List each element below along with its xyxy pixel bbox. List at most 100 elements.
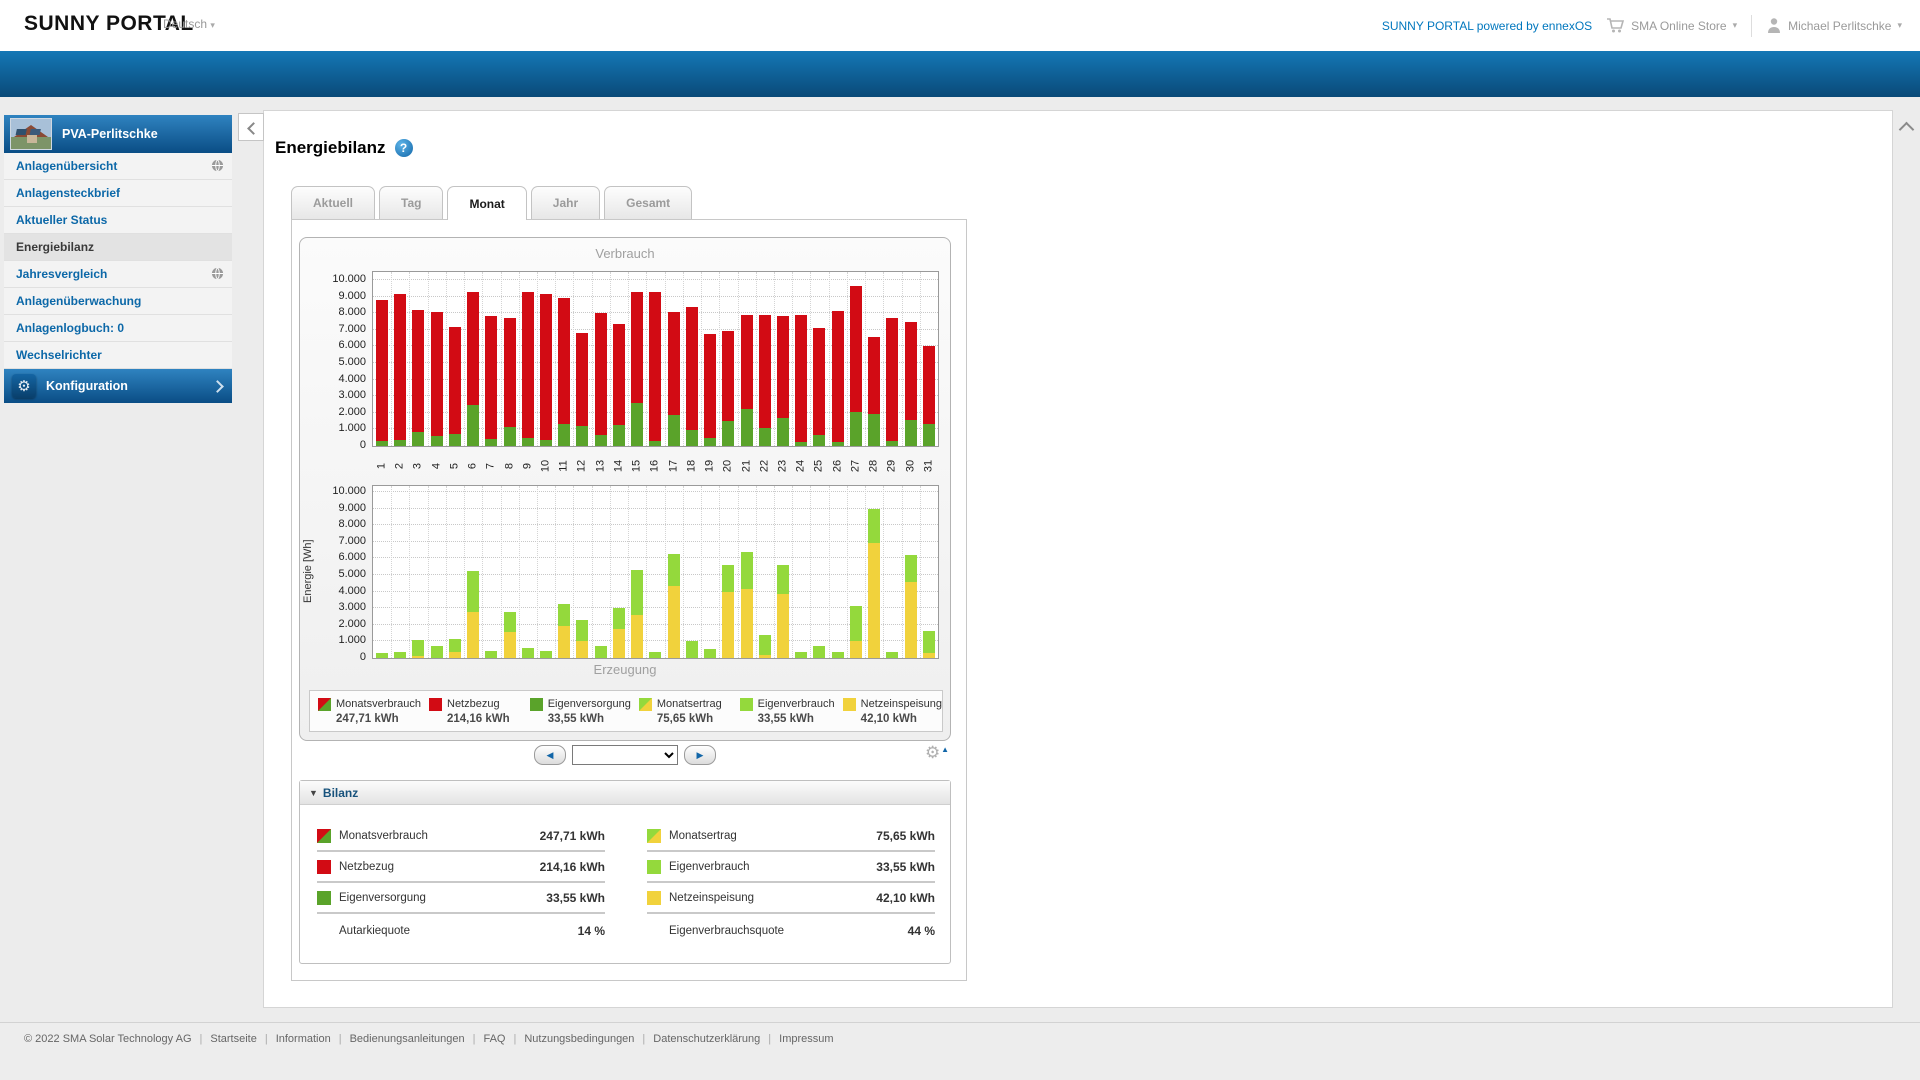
next-period-button[interactable]: ▶: [684, 745, 716, 765]
bar-segment-eigenverbrauch: [540, 651, 552, 658]
bar-segment-eigenverbrauch: [832, 652, 844, 658]
chart-title-erzeugung: Erzeugung: [300, 662, 950, 677]
plant-header[interactable]: PVA-Perlitschke: [4, 115, 232, 153]
legend-swatch-icon: [530, 698, 543, 711]
tab-tag[interactable]: Tag: [379, 186, 443, 219]
arrow-up-icon: ▲: [941, 740, 949, 760]
gridline: [847, 272, 848, 446]
bar-segment-netzbezug: [449, 327, 461, 433]
sidebar-item-aktueller-status[interactable]: Aktueller Status: [4, 207, 232, 234]
bar-segment-eigenversorgung: [795, 442, 807, 446]
bar-segment-netzbezug: [722, 331, 734, 421]
bar-segment-netzbezug: [504, 318, 516, 427]
sidebar-collapse-button[interactable]: [238, 113, 264, 141]
powered-by-link[interactable]: SUNNY PORTAL powered by ennexOS: [1382, 19, 1592, 33]
sidebar-item-konfiguration[interactable]: ⚙ Konfiguration: [4, 369, 232, 403]
bar-segment-eigenversorgung: [741, 409, 753, 446]
sidebar-item-energiebilanz[interactable]: Energiebilanz: [4, 234, 232, 261]
bilanz-row-label: Eigenversorgung: [339, 892, 426, 904]
bar-segment-eigenversorgung: [923, 424, 935, 446]
bar-segment-netzbezug: [412, 310, 424, 432]
footer-link-nutzungsbedingungen[interactable]: Nutzungsbedingungen: [524, 1033, 634, 1045]
gridline: [756, 486, 757, 658]
tab-aktuell[interactable]: Aktuell: [291, 186, 375, 219]
language-selector[interactable]: Deutsch ▾: [163, 17, 215, 31]
plant-name: PVA-Perlitschke: [62, 127, 158, 141]
chart-title-verbrauch: Verbrauch: [300, 246, 950, 261]
bar-segment-netzbezug: [777, 316, 789, 418]
footer-link-datenschutzerklaerung[interactable]: Datenschutzerklärung: [653, 1033, 760, 1045]
legend-item-netzbezug: Netzbezug214,16 kWh: [421, 698, 522, 725]
sidebar-item-label: Anlagenüberwachung: [16, 294, 141, 308]
footer-separator: |: [513, 1033, 516, 1045]
bilanz-header[interactable]: ▼ Bilanz: [300, 781, 950, 805]
gridline: [373, 491, 938, 492]
tab-gesamt[interactable]: Gesamt: [604, 186, 692, 219]
sma-online-store-link[interactable]: SMA Online Store ▾: [1606, 17, 1737, 34]
gridline: [920, 272, 921, 446]
y-tick-label: 5.000: [314, 568, 366, 580]
footer-link-impressum[interactable]: Impressum: [779, 1033, 833, 1045]
gridline: [573, 272, 574, 446]
footer-link-faq[interactable]: FAQ: [483, 1033, 505, 1045]
nav-band: [0, 51, 1920, 97]
y-axis-title: Energie [Wh]: [302, 343, 314, 603]
gridline: [683, 486, 684, 658]
tab-monat[interactable]: Monat: [447, 186, 526, 220]
bar-segment-eigenverbrauch: [631, 570, 643, 615]
footer-copyright: © 2022 SMA Solar Technology AG: [24, 1033, 192, 1045]
gridline: [446, 486, 447, 658]
chart-settings-button[interactable]: ⚙▲: [925, 743, 947, 763]
verbrauch-plot: [372, 271, 939, 447]
bilanz-row-monatsertrag: Monatsertrag75,65 kWh: [647, 821, 935, 852]
bilanz-row-value: 33,55 kWh: [546, 891, 605, 905]
bar-segment-eigenverbrauch: [449, 639, 461, 652]
sidebar-item-jahresvergleich[interactable]: Jahresvergleich: [4, 261, 232, 288]
gridline: [628, 486, 629, 658]
gridline: [756, 272, 757, 446]
sidebar-item-anlagenlogbuch-0[interactable]: Anlagenlogbuch: 0: [4, 315, 232, 342]
user-menu[interactable]: Michael Perlitschke ▾: [1766, 17, 1902, 34]
sidebar-item-wechselrichter[interactable]: Wechselrichter: [4, 342, 232, 369]
help-icon[interactable]: ?: [395, 139, 413, 157]
gridline: [792, 272, 793, 446]
bilanz-row-netzbezug: Netzbezug214,16 kWh: [317, 852, 605, 883]
bar-segment-netzbezug: [394, 294, 406, 440]
legend-swatch-icon: [639, 698, 652, 711]
bilanz-swatch-icon: [647, 860, 661, 874]
tab-jahr[interactable]: Jahr: [531, 186, 600, 219]
bar-segment-eigenverbrauch: [850, 606, 862, 642]
bar-segment-netzeinspeisung: [668, 586, 680, 658]
sidebar-item-anlagenuebersicht[interactable]: Anlagenübersicht: [4, 153, 232, 180]
bar-segment-eigenverbrauch: [467, 571, 479, 612]
bar-segment-eigenversorgung: [704, 438, 716, 446]
footer-link-information[interactable]: Information: [276, 1033, 331, 1045]
bar-segment-netzbezug: [850, 286, 862, 412]
period-select[interactable]: [572, 745, 678, 765]
bar-segment-eigenverbrauch: [576, 620, 588, 641]
footer-link-startseite[interactable]: Startseite: [210, 1033, 256, 1045]
gridline: [738, 272, 739, 446]
y-tick-label: 4.000: [314, 585, 366, 597]
bar-segment-netzeinspeisung: [412, 656, 424, 658]
previous-period-button[interactable]: ◀: [534, 745, 566, 765]
gridline: [501, 272, 502, 446]
bar-segment-netzeinspeisung: [759, 655, 771, 658]
gridline: [883, 272, 884, 446]
y-tick-label: 5.000: [314, 356, 366, 368]
bar-segment-eigenversorgung: [759, 428, 771, 446]
bar-segment-netzbezug: [576, 333, 588, 426]
bar-segment-netzeinspeisung: [449, 652, 461, 658]
footer-link-bedienungsanleitungen[interactable]: Bedienungsanleitungen: [350, 1033, 465, 1045]
sidebar-item-anlagenueberwachung[interactable]: Anlagenüberwachung: [4, 288, 232, 315]
gridline: [646, 272, 647, 446]
sidebar-items: AnlagenübersichtAnlagensteckbriefAktuell…: [4, 153, 232, 369]
bilanz-row-value: 214,16 kWh: [540, 860, 605, 874]
sidebar-item-anlagensteckbrief[interactable]: Anlagensteckbrief: [4, 180, 232, 207]
legend-name: Eigenverbrauch: [758, 698, 835, 710]
bar-segment-eigenversorgung: [813, 435, 825, 446]
bar-segment-eigenverbrauch: [704, 649, 716, 658]
y-tick-label: 6.000: [314, 339, 366, 351]
scroll-top-button[interactable]: [1897, 117, 1917, 137]
gridline: [902, 486, 903, 658]
